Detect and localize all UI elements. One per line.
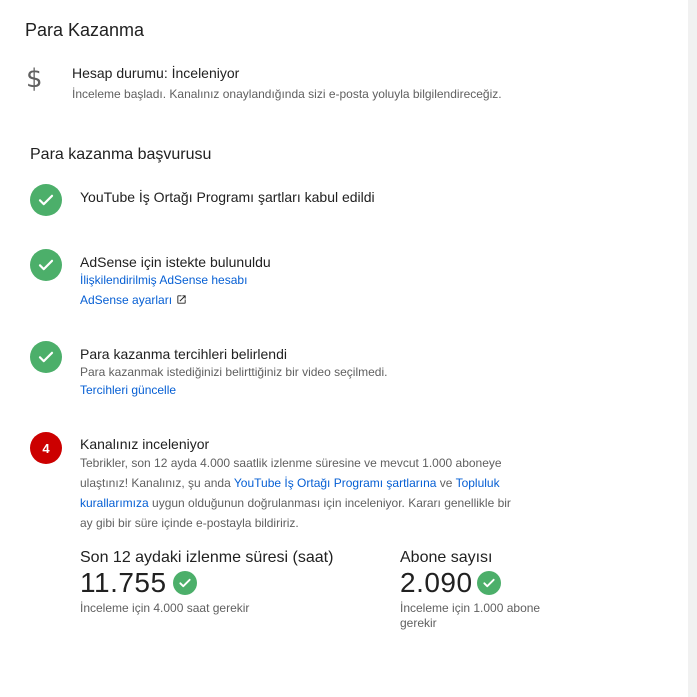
linked-adsense-account-link[interactable]: İlişkilendirilmiş AdSense hesabı	[80, 273, 247, 287]
step-4-number: 4	[42, 440, 50, 456]
step-3-title: Para kazanma tercihleri belirlendi	[80, 346, 287, 362]
step-1-check-icon	[30, 184, 62, 216]
update-preferences-link[interactable]: Tercihleri güncelle	[80, 383, 176, 397]
section-title: Para kazanma başvurusu	[30, 146, 212, 163]
subscribers-check-icon	[477, 571, 501, 595]
step-4-desc-line-4: ay gibi bir süre içinde e-postayla bildi…	[80, 516, 299, 530]
subscribers-requirement-line-2: gerekir	[400, 616, 437, 630]
step-2-check-icon	[30, 249, 62, 281]
update-preferences-link-label[interactable]: Tercihleri güncelle	[80, 383, 176, 397]
adsense-settings-link[interactable]: AdSense ayarları	[80, 293, 187, 308]
step-3-description: Para kazanmak istediğinizi belirttiğiniz…	[80, 365, 388, 379]
step-4-title: Kanalınız inceleniyor	[80, 436, 210, 452]
step-4-number-badge: 4	[30, 432, 62, 464]
scrollbar-track[interactable]	[688, 0, 697, 697]
step-4-desc-text-a: ulaştınız! Kanalınız, şu anda	[80, 476, 234, 490]
step-3-check-icon	[30, 341, 62, 373]
subscribers-value: 2.090	[400, 567, 473, 598]
community-guidelines-link-part-2[interactable]: kurallarımıza	[80, 496, 149, 510]
account-status: Hesap durumu: İnceleniyor	[72, 65, 240, 81]
step-4-description: Tebrikler, son 12 ayda 4.000 saatlik izl…	[80, 453, 560, 533]
subscribers-requirement-line-1: İnceleme için 1.000 abone	[400, 601, 541, 615]
account-status-description: İnceleme başladı. Kanalınız onaylandığın…	[72, 87, 502, 101]
step-4-desc-text-c: uygun olduğunun doğrulanması için incele…	[148, 496, 511, 510]
subscribers-label: Abone sayısı	[400, 549, 493, 566]
step-4-desc-line-1: Tebrikler, son 12 ayda 4.000 saatlik izl…	[80, 456, 502, 470]
watch-time-check-icon	[173, 571, 197, 595]
watch-time-label: Son 12 aydaki izlenme süresi (saat)	[80, 549, 334, 566]
ypp-terms-link[interactable]: YouTube İş Ortağı Programı şartlarına	[234, 476, 437, 490]
watch-time-requirement: İnceleme için 4.000 saat gerekir	[80, 601, 250, 615]
step-4-desc-line-3: kurallarımıza uygun olduğunun doğrulanma…	[80, 493, 560, 513]
page-title: Para Kazanma	[25, 20, 145, 40]
watch-time-value: 11.755	[80, 567, 167, 598]
community-guidelines-link-part-1[interactable]: Topluluk	[456, 476, 500, 490]
linked-adsense-account-link-label[interactable]: İlişkilendirilmiş AdSense hesabı	[80, 273, 247, 287]
step-1-title: YouTube İş Ortağı Programı şartları kabu…	[80, 189, 375, 205]
external-link-icon	[176, 294, 187, 308]
adsense-settings-link-label[interactable]: AdSense ayarları	[80, 293, 172, 307]
step-4-desc-text-b: ve	[436, 476, 456, 490]
dollar-icon: $	[26, 64, 43, 94]
step-4-desc-line-2: ulaştınız! Kanalınız, şu anda YouTube İş…	[80, 473, 560, 493]
subscribers-requirement: İnceleme için 1.000 abone gerekir	[400, 601, 540, 631]
step-2-title: AdSense için istekte bulunuldu	[80, 254, 271, 270]
